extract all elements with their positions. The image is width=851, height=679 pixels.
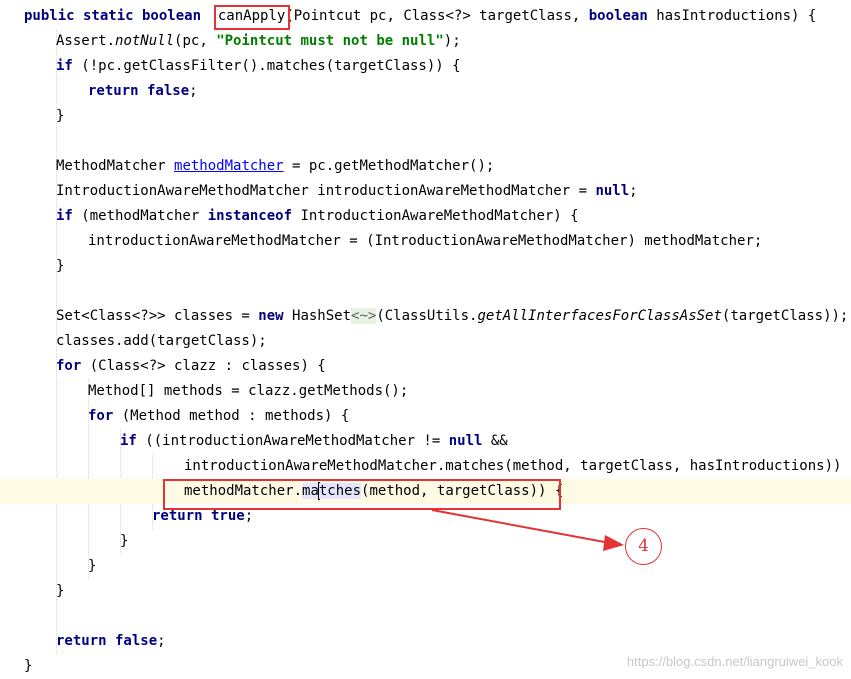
watermark-text: https://blog.csdn.net/liangruiwei_kook (626, 654, 843, 669)
arrow-line (431, 509, 611, 544)
annotation-arrow (431, 509, 624, 551)
arrow-head (603, 535, 624, 551)
step-number-callout: 4 (625, 528, 662, 565)
